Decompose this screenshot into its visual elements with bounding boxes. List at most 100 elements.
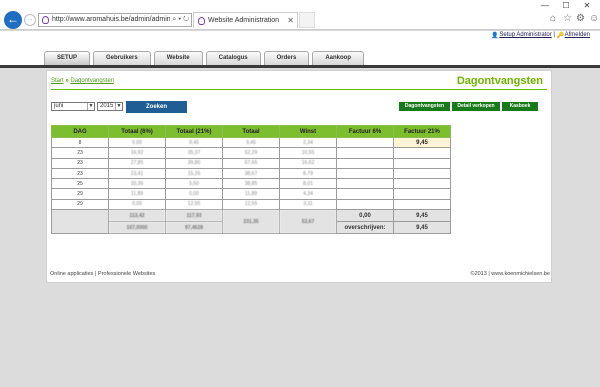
totals-dag xyxy=(51,209,109,235)
table-row: 23 27,85 39,80 67,65 16,62 xyxy=(51,157,451,169)
cell-totaal-21: 35,37 xyxy=(165,147,223,159)
detail-verkopen-button[interactable]: Detail verkopen xyxy=(452,102,500,111)
cell-factuur-21 xyxy=(393,198,451,211)
favorites-star-icon[interactable]: ☆ xyxy=(563,13,572,24)
cell-factuur-6 xyxy=(336,178,394,190)
page: 👤Setup Administrator | 🔑Afmelden SETUP G… xyxy=(0,31,600,387)
content-panel: Start » Dagontvangsten Dagontvangsten ju… xyxy=(46,70,552,283)
user-link[interactable]: Setup Administrator xyxy=(499,32,551,38)
user-bar: 👤Setup Administrator | 🔑Afmelden xyxy=(491,32,590,39)
total-21: 117,93 xyxy=(165,209,223,223)
address-bar[interactable]: http://www.aromahuis.be/admin/admin.a ⌕ … xyxy=(38,13,192,27)
month-value: juni xyxy=(54,103,64,109)
cell-winst: 2,34 xyxy=(279,136,337,149)
table-row: 8 0,00 9,45 9,45 2,34 9,45 xyxy=(51,136,451,149)
cell-factuur-6 xyxy=(336,188,394,200)
back-arrow-icon[interactable]: ← xyxy=(4,11,22,29)
cell-totaal: 12,55 xyxy=(222,198,280,211)
total-factuur-21: 9,45 xyxy=(393,209,451,223)
cell-totaal-21: 9,45 xyxy=(165,136,223,149)
cell-totaal: 9,45 xyxy=(222,136,280,149)
year-select[interactable]: 2015 ▼ xyxy=(97,102,123,111)
forward-arrow-icon[interactable]: → xyxy=(24,14,36,26)
table-row: 23 23,41 15,26 38,67 8,79 xyxy=(51,167,451,180)
ie-page-icon xyxy=(42,16,49,24)
table-row: 23 16,92 35,37 52,29 10,55 xyxy=(51,147,451,159)
cell-totaal: 38,85 xyxy=(222,178,280,190)
title-separator xyxy=(51,89,547,90)
overschrijven-label: overschrijven: xyxy=(336,221,394,235)
col-totaal-6: Totaal (6%) xyxy=(108,125,166,138)
ie-tab-icon xyxy=(198,17,205,25)
kasboek-button[interactable]: Kasboek xyxy=(502,102,538,111)
cell-totaal-21: 5,50 xyxy=(165,178,223,190)
menu-orders[interactable]: Orders xyxy=(263,51,310,65)
feedback-smiley-icon[interactable]: ☺ xyxy=(589,13,599,24)
breadcrumb-sep: » xyxy=(65,78,69,84)
cell-factuur-6 xyxy=(336,198,394,211)
chevron-down-icon: ▼ xyxy=(115,103,122,110)
breadcrumb-current[interactable]: Dagontvangsten xyxy=(70,78,114,84)
col-dag: DAG xyxy=(51,125,109,138)
new-tab-button[interactable] xyxy=(299,12,315,28)
cell-factuur-6 xyxy=(336,136,394,149)
url-text: http://www.aromahuis.be/admin/admin.a xyxy=(52,16,177,23)
browser-navbar: ← → http://www.aromahuis.be/admin/admin.… xyxy=(0,10,600,30)
cell-totaal-6: 27,85 xyxy=(108,157,166,169)
logout-icon: 🔑 xyxy=(556,33,565,39)
col-factuur-6: Factuur 6% xyxy=(336,125,394,138)
user-bar-separator: | xyxy=(553,32,555,38)
month-select[interactable]: juni ▼ xyxy=(51,102,95,111)
cell-dag: 23 xyxy=(51,147,109,159)
total-factuur-6: 0,00 xyxy=(336,209,394,223)
total-6-excl: 107,0000 xyxy=(108,221,166,235)
cell-dag: 29 xyxy=(51,188,109,200)
cell-totaal: 11,89 xyxy=(222,188,280,200)
cell-factuur-21 xyxy=(393,188,451,200)
cell-factuur-21 xyxy=(393,167,451,180)
home-icon[interactable]: ⌂ xyxy=(550,13,556,24)
search-button[interactable]: Zoeken xyxy=(126,101,187,113)
close-tab-icon[interactable]: ✕ xyxy=(287,13,294,28)
total-21-excl: 97,4628 xyxy=(165,221,223,235)
breadcrumb-start[interactable]: Start xyxy=(51,78,64,84)
table-row: 29 11,89 0,00 11,89 4,34 xyxy=(51,188,451,200)
receipts-table: DAG Totaal (6%) Totaal (21%) Totaal Wins… xyxy=(51,125,451,235)
cell-factuur-21 xyxy=(393,157,451,169)
cell-totaal-6: 0,00 xyxy=(108,136,166,149)
cell-factuur-6 xyxy=(336,147,394,159)
col-factuur-21: Factuur 21% xyxy=(393,125,451,138)
tab-website-administration[interactable]: Website Administration ✕ xyxy=(193,12,298,28)
footer-left: Online applicaties | Professionele Websi… xyxy=(50,271,156,277)
user-icon: 👤 xyxy=(491,33,499,39)
cell-dag: 23 xyxy=(51,157,109,169)
settings-gear-icon[interactable]: ⚙ xyxy=(576,13,585,24)
cell-winst: 8,79 xyxy=(279,167,337,180)
table-header: DAG Totaal (6%) Totaal (21%) Totaal Wins… xyxy=(51,125,451,138)
cell-dag: 8 xyxy=(51,136,109,149)
menu-gebruikers[interactable]: Gebruikers xyxy=(93,51,151,65)
total-totaal: 231,35 xyxy=(222,209,280,235)
tab-title: Website Administration xyxy=(208,17,280,24)
menu-aankoop[interactable]: Aankoop xyxy=(312,51,364,65)
main-menu: SETUP Gebruikers Website Catalogus Order… xyxy=(44,51,364,65)
menu-website[interactable]: Website xyxy=(153,51,203,65)
total-winst: 53,67 xyxy=(279,209,337,235)
col-winst: Winst xyxy=(279,125,337,138)
table-row: 25 33,35 5,50 38,85 8,01 xyxy=(51,178,451,190)
total-6: 113,42 xyxy=(108,209,166,223)
col-totaal-21: Totaal (21%) xyxy=(165,125,223,138)
logout-link[interactable]: Afmelden xyxy=(565,32,590,38)
cell-winst: 8,01 xyxy=(279,178,337,190)
dagontvangsten-button[interactable]: Dagontvangsten xyxy=(399,102,450,111)
cell-factuur-21: 9,45 xyxy=(393,136,451,149)
menu-setup[interactable]: SETUP xyxy=(44,51,91,65)
cell-totaal-6: 16,92 xyxy=(108,147,166,159)
cell-winst: 10,55 xyxy=(279,147,337,159)
cell-totaal-21: 12,55 xyxy=(165,198,223,211)
address-tools-icons[interactable]: ⌕ ▾ ↻ xyxy=(170,14,189,26)
cell-totaal-6: 33,35 xyxy=(108,178,166,190)
menu-catalogus[interactable]: Catalogus xyxy=(205,51,261,65)
chevron-down-icon: ▼ xyxy=(87,103,94,110)
cell-totaal: 38,67 xyxy=(222,167,280,180)
